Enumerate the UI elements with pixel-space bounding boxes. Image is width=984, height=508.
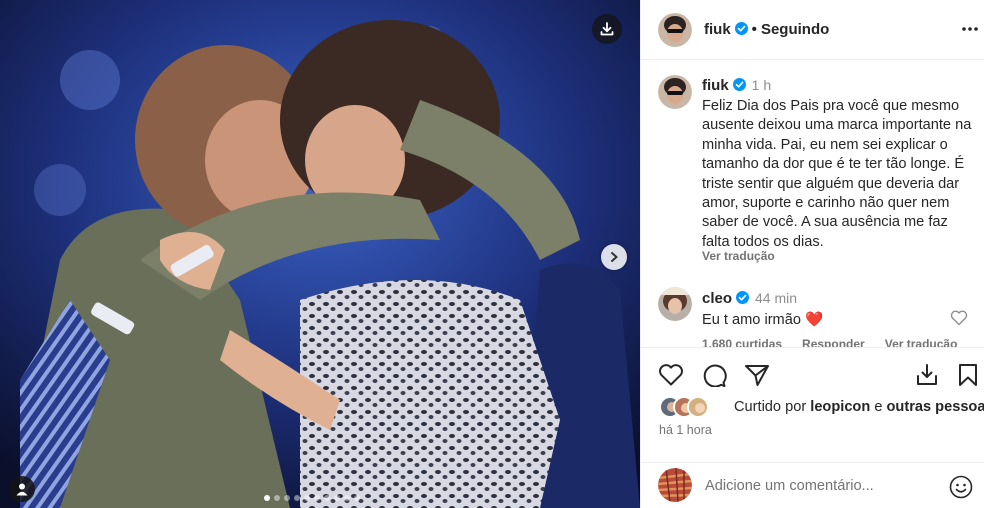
comment-text: Eu t amo irmão: [702, 312, 801, 328]
save-to-collection-button[interactable]: [914, 363, 940, 392]
verified-badge-icon: [732, 78, 746, 91]
carousel-dot: [324, 495, 330, 501]
author-avatar[interactable]: [658, 13, 692, 47]
avatar-image: [658, 287, 692, 321]
like-button[interactable]: [658, 363, 684, 392]
share-icon: [745, 365, 769, 386]
download-icon: [600, 22, 614, 36]
comment-author-avatar[interactable]: [658, 287, 692, 321]
carousel-dot: [334, 495, 340, 501]
emoji-icon: [949, 475, 973, 499]
carousel-dot: [284, 495, 290, 501]
post-photo[interactable]: [0, 0, 640, 508]
add-comment-input[interactable]: [705, 475, 935, 497]
liked-by-others[interactable]: outras pessoas: [887, 399, 984, 415]
heart-icon: [659, 364, 683, 386]
caption-time[interactable]: 1 h: [752, 77, 771, 93]
action-bar: [641, 347, 984, 399]
verified-badge-icon: [736, 291, 750, 304]
share-button[interactable]: [744, 363, 770, 392]
comment-translate-link[interactable]: Ver tradução: [885, 337, 958, 347]
user-tags-button[interactable]: [9, 476, 35, 502]
carousel-dot: [274, 495, 280, 501]
carousel-dot: [344, 495, 350, 501]
comment-username[interactable]: cleo: [702, 290, 732, 307]
carousel-dot: [354, 495, 360, 501]
post-image: [0, 0, 640, 508]
heart-emoji: ❤️: [805, 312, 824, 328]
post-header: fiuk • Seguindo: [641, 0, 984, 60]
carousel-indicators: [264, 495, 360, 501]
author-username[interactable]: fiuk: [704, 21, 731, 38]
liked-by-user[interactable]: leopicon: [810, 399, 870, 415]
liker-avatar[interactable]: [687, 396, 709, 418]
comments-section[interactable]: fiuk 1 h Feliz Dia dos Pais pra você que …: [641, 61, 984, 347]
add-comment-bar: [641, 462, 984, 508]
comment-meta: 1.680 curtidas Responder Ver tradução: [702, 337, 977, 347]
avatar-image: [689, 398, 707, 416]
more-icon: [962, 27, 978, 31]
liked-by-text: Curtido por leopicon e outras pessoas: [734, 399, 984, 415]
avatar-image: [658, 13, 692, 47]
comment-reply-button[interactable]: Responder: [802, 337, 865, 347]
comment-button[interactable]: [701, 363, 727, 392]
caption-author-avatar[interactable]: [658, 75, 692, 109]
next-slide-button[interactable]: [601, 244, 627, 270]
download-button[interactable]: [592, 14, 622, 44]
comment-like-button[interactable]: [950, 310, 968, 331]
author-row: fiuk • Seguindo: [704, 21, 829, 38]
carousel-dot: [264, 495, 270, 501]
bookmark-button[interactable]: [957, 363, 979, 392]
comment-text-row: Eu t amo irmão ❤️: [702, 310, 823, 328]
avatar-image: [658, 75, 692, 109]
comment-time[interactable]: 44 min: [755, 290, 797, 306]
post-timestamp[interactable]: há 1 hora: [659, 423, 712, 437]
more-options-button[interactable]: [961, 20, 979, 43]
liked-by-prefix: Curtido por: [734, 399, 807, 415]
avatar-image: [658, 468, 692, 502]
liked-by-conj: e: [874, 399, 883, 415]
chevron-right-icon: [611, 252, 618, 262]
caption-author-row: fiuk 1 h: [702, 77, 771, 94]
emoji-button[interactable]: [949, 475, 973, 504]
caption-text: Feliz Dia dos Pais pra você que mesmo au…: [702, 98, 972, 250]
carousel-dot: [294, 495, 300, 501]
follow-status-button[interactable]: Seguindo: [761, 21, 829, 38]
caption-translate-link[interactable]: Ver tradução: [702, 249, 775, 263]
post-side-panel: fiuk • Seguindo fiuk 1 h Feliz Dia dos Pais…: [640, 0, 984, 508]
carousel-dot: [304, 495, 310, 501]
save-to-collection-icon: [917, 364, 937, 385]
carousel-dot: [314, 495, 320, 501]
caption-username[interactable]: fiuk: [702, 77, 729, 94]
comment-author-row: cleo 44 min: [702, 290, 797, 307]
heart-icon: [950, 310, 968, 326]
verified-badge-icon: [734, 22, 748, 35]
bookmark-icon: [959, 364, 977, 386]
user-tag-icon: [16, 483, 28, 496]
comment-icon: [703, 364, 727, 388]
header-separator: •: [751, 21, 757, 38]
current-user-avatar: [658, 468, 692, 502]
comment-likes-count[interactable]: 1.680 curtidas: [702, 337, 782, 347]
